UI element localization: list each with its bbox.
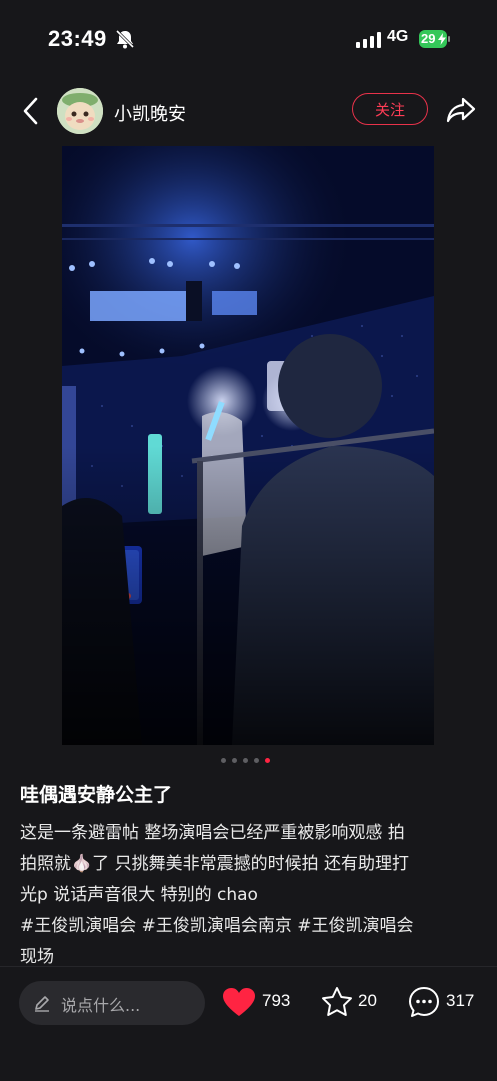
status-time: 23:49 <box>48 26 107 51</box>
post-body-line: 拍照就🧄了 只挑舞美非常震撼的时候拍 还有助理打 <box>20 854 409 874</box>
bell-mute-icon <box>115 29 135 49</box>
avatar[interactable] <box>57 88 103 134</box>
like-count: 793 <box>262 991 291 1010</box>
network-type: 4G <box>387 28 409 45</box>
comment-bubble-icon <box>409 987 439 1017</box>
comment-placeholder: 说点什么... <box>61 996 141 1015</box>
favorite-count: 20 <box>358 991 377 1010</box>
comment-button[interactable]: 317 <box>408 985 488 1019</box>
favorite-button[interactable]: 20 <box>320 985 384 1019</box>
post-body-line: 光p 说话声音很大 特别的 chao <box>20 885 258 905</box>
post-title: 哇偶遇安静公主了 <box>20 784 173 806</box>
star-icon <box>322 987 352 1016</box>
heart-icon <box>223 988 255 1016</box>
carousel-dot <box>254 758 259 763</box>
hashtag-line[interactable]: #王俊凯演唱会 #王俊凯演唱会南京 #王俊凯演唱会 <box>20 911 480 942</box>
bottom-action-bar: 说点什么... 793 20 317 <box>0 966 497 1081</box>
carousel-dot <box>221 758 226 763</box>
share-icon[interactable] <box>446 96 476 124</box>
post-body: 这是一条避雷帖 整场演唱会已经严重被影响观感 拍 拍照就🧄了 只挑舞美非常震撼的… <box>20 818 480 973</box>
post-header: 小凯晚安 关注 <box>0 80 497 142</box>
back-arrow-icon[interactable] <box>18 96 44 126</box>
carousel-dot <box>243 758 248 763</box>
comment-count: 317 <box>446 991 475 1010</box>
battery-level: 29 <box>421 31 436 46</box>
post-body-line: 这是一条避雷帖 整场演唱会已经严重被影响观感 拍 <box>20 823 405 843</box>
carousel-dot-active <box>265 758 270 763</box>
battery-charging-icon: 29 <box>419 30 451 50</box>
follow-button[interactable]: 关注 <box>352 93 428 125</box>
like-button[interactable]: 793 <box>222 985 302 1019</box>
comment-input[interactable]: 说点什么... <box>19 981 205 1025</box>
status-bar: 23:49 4G 29 <box>0 0 497 80</box>
signal-icon <box>356 32 381 48</box>
post-photo[interactable] <box>62 146 434 745</box>
carousel-dot <box>232 758 237 763</box>
username[interactable]: 小凯晚安 <box>114 100 186 126</box>
pencil-icon <box>35 996 49 1012</box>
